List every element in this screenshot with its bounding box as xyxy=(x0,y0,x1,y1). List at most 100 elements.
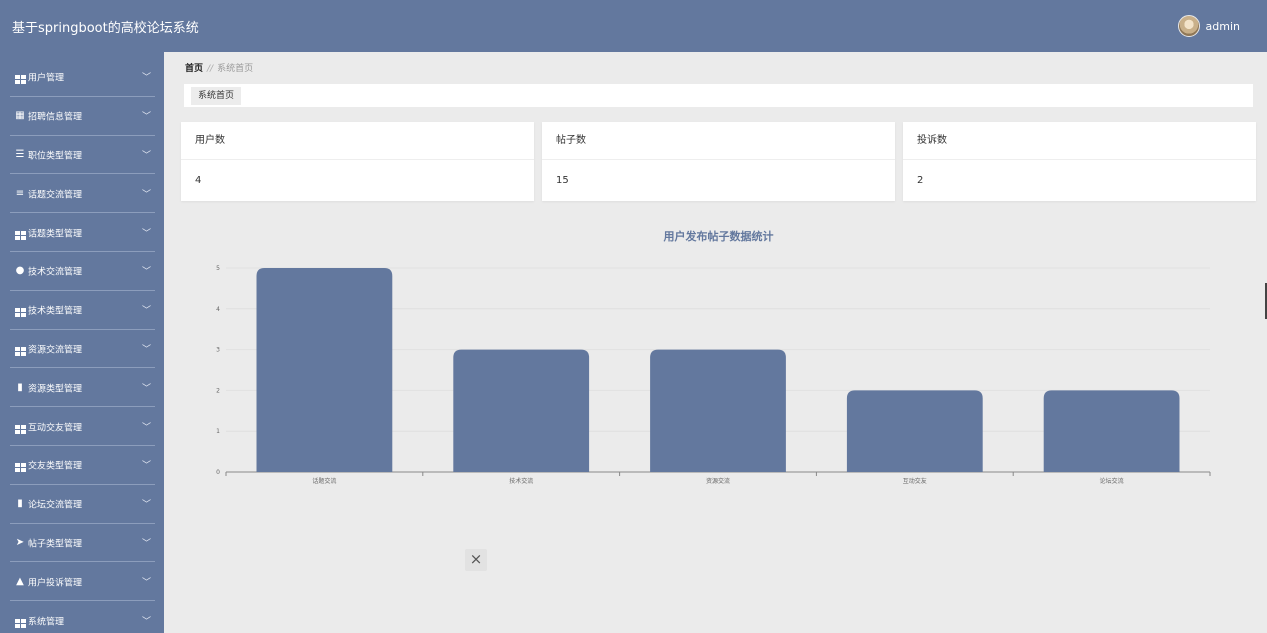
chevron-down-icon: ﹀ xyxy=(142,500,152,511)
x-tick-label: 互动交友 xyxy=(903,477,927,485)
stat-card-title: 帖子数 xyxy=(542,122,895,160)
close-button[interactable]: × xyxy=(465,549,487,571)
chevron-down-icon: ﹀ xyxy=(142,538,152,549)
app-title: 基于springboot的高校论坛系统 xyxy=(12,21,199,36)
grid-icon xyxy=(14,616,26,628)
sidebar-item-label: 技术类型管理 xyxy=(28,306,83,317)
chevron-down-icon: ﹀ xyxy=(142,73,152,84)
sidebar-item-post-type[interactable]: ➤ 帖子类型管理 ﹀ xyxy=(0,524,164,563)
x-tick-label: 话题交流 xyxy=(312,477,336,485)
sidebar-item-topic[interactable]: ≡ 话题交流管理 ﹀ xyxy=(0,174,164,214)
chevron-down-icon: ﹀ xyxy=(142,189,152,200)
bar xyxy=(846,390,983,472)
breadcrumb-current: 系统首页 xyxy=(217,64,254,74)
sidebar-item-topic-type[interactable]: 话题类型管理 ﹀ xyxy=(0,213,164,252)
x-tick-label: 资源交流 xyxy=(706,477,730,485)
sidebar-item-label: 资源类型管理 xyxy=(28,384,83,395)
bookmark-icon: ▮ xyxy=(17,381,23,393)
sidebar-item-tech-type[interactable]: 技术类型管理 ﹀ xyxy=(0,291,164,330)
y-tick-label: 2 xyxy=(216,387,220,394)
bar-chart: 用户发布帖子数据统计 0 1 2 3 4 5 话题交流 技术交流 资源交流 互动交友 论坛交流 xyxy=(181,222,1256,502)
sidebar-item-label: 系统管理 xyxy=(28,617,65,628)
user-icon: ● xyxy=(15,265,25,277)
chevron-down-icon: ﹀ xyxy=(142,344,152,355)
y-tick-label: 5 xyxy=(216,265,220,272)
sidebar-item-complaint[interactable]: ▲ 用户投诉管理 ﹀ xyxy=(0,562,164,602)
x-tick-label: 论坛交流 xyxy=(1100,477,1124,485)
chevron-down-icon: ﹀ xyxy=(142,267,152,278)
sidebar-item-label: 互动交友管理 xyxy=(28,423,83,434)
chevron-down-icon: ﹀ xyxy=(142,616,152,627)
paper-plane-icon: ➤ xyxy=(15,536,25,548)
grid-icon xyxy=(14,460,26,473)
sidebar-item-label: 交友类型管理 xyxy=(28,461,83,472)
chevron-down-icon: ﹀ xyxy=(142,112,152,123)
stat-card-value: 4 xyxy=(195,175,202,186)
sidebar-item-position-type[interactable]: ☰ 职位类型管理 ﹀ xyxy=(0,136,164,175)
y-tick-label: 1 xyxy=(216,428,220,435)
sidebar-item-label: 技术交流管理 xyxy=(28,267,83,278)
sidebar-item-label: 话题类型管理 xyxy=(28,229,83,240)
sidebar-item-label: 职位类型管理 xyxy=(28,151,83,162)
sidebar-item-label: 话题交流管理 xyxy=(28,190,83,201)
tab-bar: 系统首页 xyxy=(184,84,1253,107)
chevron-down-icon: ﹀ xyxy=(142,422,152,433)
sidebar: 用户管理 ﹀ ▦ 招聘信息管理 ﹀ ☰ 职位类型管理 ﹀ ≡ 话题交流管理 ﹀ … xyxy=(0,52,164,633)
bar-chart-icon: ▮ xyxy=(17,498,23,510)
bar xyxy=(650,349,786,472)
stat-card-value: 15 xyxy=(556,175,569,186)
sidebar-item-label: 帖子类型管理 xyxy=(28,539,83,550)
grid-icon xyxy=(14,305,26,318)
user-menu[interactable]: admin xyxy=(1177,14,1240,38)
sidebar-item-friends[interactable]: 互动交友管理 ﹀ xyxy=(0,407,164,446)
chevron-down-icon: ﹀ xyxy=(142,228,152,239)
sidebar-item-label: 论坛交流管理 xyxy=(28,500,83,511)
breadcrumb-home[interactable]: 首页 xyxy=(185,64,203,74)
thumbs-up-icon: ▲ xyxy=(16,575,24,587)
stat-card-complaints: 投诉数 2 xyxy=(903,122,1256,201)
y-tick-label: 3 xyxy=(216,347,220,354)
x-tick-label: 技术交流 xyxy=(509,477,533,485)
chevron-down-icon: ﹀ xyxy=(142,461,152,472)
stat-card-value: 2 xyxy=(917,175,924,186)
tab-home[interactable]: 系统首页 xyxy=(191,87,242,105)
stat-card-title: 用户数 xyxy=(181,122,534,160)
sidebar-item-user-management[interactable]: 用户管理 ﹀ xyxy=(0,58,164,97)
top-header: 基于springboot的高校论坛系统 admin xyxy=(0,0,1267,52)
grid-icon xyxy=(14,422,26,434)
username[interactable]: admin xyxy=(1206,20,1240,33)
grid-icon xyxy=(14,344,26,356)
chevron-down-icon: ﹀ xyxy=(142,150,152,161)
stat-card-users: 用户数 4 xyxy=(181,122,534,201)
sidebar-item-forum[interactable]: ▮ 论坛交流管理 ﹀ xyxy=(0,485,164,524)
grid-icon xyxy=(14,72,26,85)
sidebar-item-tech[interactable]: ● 技术交流管理 ﹀ xyxy=(0,252,164,291)
sidebar-item-resource-type[interactable]: ▮ 资源类型管理 ﹀ xyxy=(0,368,164,408)
breadcrumb: 首页 //系统首页 xyxy=(185,61,253,74)
chart-title: 用户发布帖子数据统计 xyxy=(664,229,774,243)
bar xyxy=(256,268,393,472)
grid-icon xyxy=(14,228,26,240)
chevron-down-icon: ﹀ xyxy=(142,383,152,394)
bar xyxy=(1043,390,1180,472)
y-tick-label: 0 xyxy=(216,469,220,476)
sidebar-item-system[interactable]: 系统管理 ﹀ xyxy=(0,601,164,633)
chevron-down-icon: ﹀ xyxy=(142,306,152,317)
sidebar-item-resource[interactable]: 资源交流管理 ﹀ xyxy=(0,330,164,369)
bar xyxy=(453,349,590,472)
sidebar-item-label: 资源交流管理 xyxy=(28,345,83,356)
sliders-icon: ☰ xyxy=(15,148,25,160)
sidebar-item-label: 用户投诉管理 xyxy=(28,578,83,589)
breadcrumb-separator: // xyxy=(207,64,214,74)
chevron-down-icon: ﹀ xyxy=(142,577,152,588)
y-tick-label: 4 xyxy=(216,306,220,313)
sidebar-item-friend-type[interactable]: 交友类型管理 ﹀ xyxy=(0,446,164,485)
list-icon: ≡ xyxy=(15,187,25,199)
bar-chart-svg: 用户发布帖子数据统计 0 1 2 3 4 5 话题交流 技术交流 资源交流 互动交友 论坛交流 xyxy=(216,229,1211,485)
sidebar-item-label: 用户管理 xyxy=(28,73,65,84)
stat-card-posts: 帖子数 15 xyxy=(542,122,895,201)
avatar[interactable] xyxy=(1177,15,1200,37)
sidebar-item-recruitment[interactable]: ▦ 招聘信息管理 ﹀ xyxy=(0,97,164,136)
stat-card-title: 投诉数 xyxy=(903,122,1256,160)
sidebar-item-label: 招聘信息管理 xyxy=(28,112,83,123)
